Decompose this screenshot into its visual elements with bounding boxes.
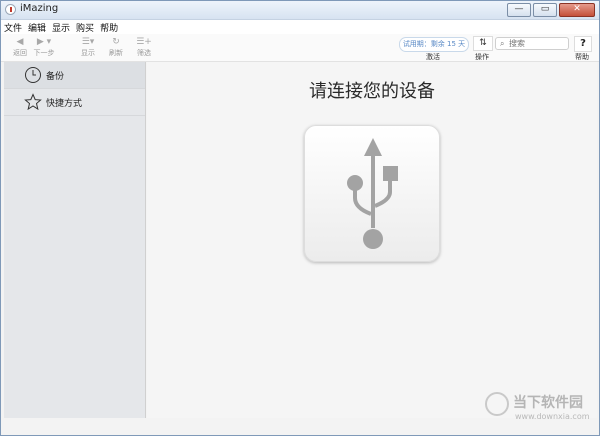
menu-edit[interactable]: 编辑 <box>25 20 49 34</box>
usb-icon <box>347 138 398 249</box>
search-icon: ⌕ <box>500 39 505 48</box>
app-window: iMazing — ▭ ✕ 文件 编辑 显示 购买 帮助 ◀ 返回 ▶ ▾ 下一… <box>0 0 600 436</box>
close-button[interactable]: ✕ <box>559 3 595 17</box>
minimize-button[interactable]: — <box>507 3 531 17</box>
activate-label: 激活 <box>426 53 440 61</box>
back-button[interactable]: ◀ 返回 <box>7 36 33 58</box>
forward-arrow-icon: ▶ ▾ <box>36 37 52 47</box>
back-arrow-icon: ◀ <box>16 37 24 47</box>
main-panel: 请连接您的设备 <box>147 62 597 418</box>
list-view-icon: ☰▾ <box>81 37 95 47</box>
sidebar-item-label: 备份 <box>46 72 65 82</box>
sidebar-item-label: 快捷方式 <box>46 99 83 109</box>
filter-button[interactable]: ☰+ 筛选 <box>131 36 157 58</box>
sidebar-item-backup[interactable]: 备份 <box>4 62 145 89</box>
sidebar: 备份 快捷方式 <box>4 62 146 418</box>
actions-label: 操作 <box>475 53 489 61</box>
view-button[interactable]: ☰▾ 显示 <box>75 36 101 58</box>
star-icon <box>24 93 42 111</box>
refresh-icon: ↻ <box>112 37 120 47</box>
toolbar: ◀ 返回 ▶ ▾ 下一步 ☰▾ 显示 ↻ 刷新 ☰+ 筛选 试用期：剩余 15 … <box>1 34 599 62</box>
title-bar: iMazing — ▭ ✕ <box>1 1 599 20</box>
menu-bar: 文件 编辑 显示 购买 帮助 <box>1 20 599 34</box>
app-logo-icon <box>5 4 16 15</box>
sidebar-item-shortcuts[interactable]: 快捷方式 <box>4 89 145 116</box>
watermark-url: www.downxia.com <box>515 412 590 421</box>
watermark-logo-icon <box>485 392 509 416</box>
menu-file[interactable]: 文件 <box>1 20 25 34</box>
watermark: 当下软件园 www.downxia.com <box>485 390 597 430</box>
actions-button[interactable]: ⇅ <box>473 36 493 51</box>
search-box: ⌕ <box>495 37 569 50</box>
trial-badge[interactable]: 试用期：剩余 15 天 <box>399 37 469 52</box>
watermark-text: 当下软件园 <box>513 395 583 411</box>
connect-device-message: 请连接您的设备 <box>309 81 435 102</box>
clock-icon <box>25 67 41 83</box>
window-controls: — ▭ ✕ <box>507 3 595 17</box>
usb-tile <box>304 125 440 262</box>
menu-view[interactable]: 显示 <box>49 20 73 34</box>
maximize-button[interactable]: ▭ <box>533 3 557 17</box>
filter-icon: ☰+ <box>136 37 152 47</box>
refresh-button[interactable]: ↻ 刷新 <box>103 36 129 58</box>
menu-buy[interactable]: 购买 <box>73 20 97 34</box>
forward-button[interactable]: ▶ ▾ 下一步 <box>31 36 57 58</box>
help-button[interactable]: ? <box>574 36 592 52</box>
window-title: iMazing <box>20 3 59 14</box>
search-input[interactable] <box>509 38 567 49</box>
sort-arrows-icon: ⇅ <box>479 38 487 48</box>
menu-help[interactable]: 帮助 <box>97 20 121 34</box>
help-label: 帮助 <box>575 53 589 61</box>
